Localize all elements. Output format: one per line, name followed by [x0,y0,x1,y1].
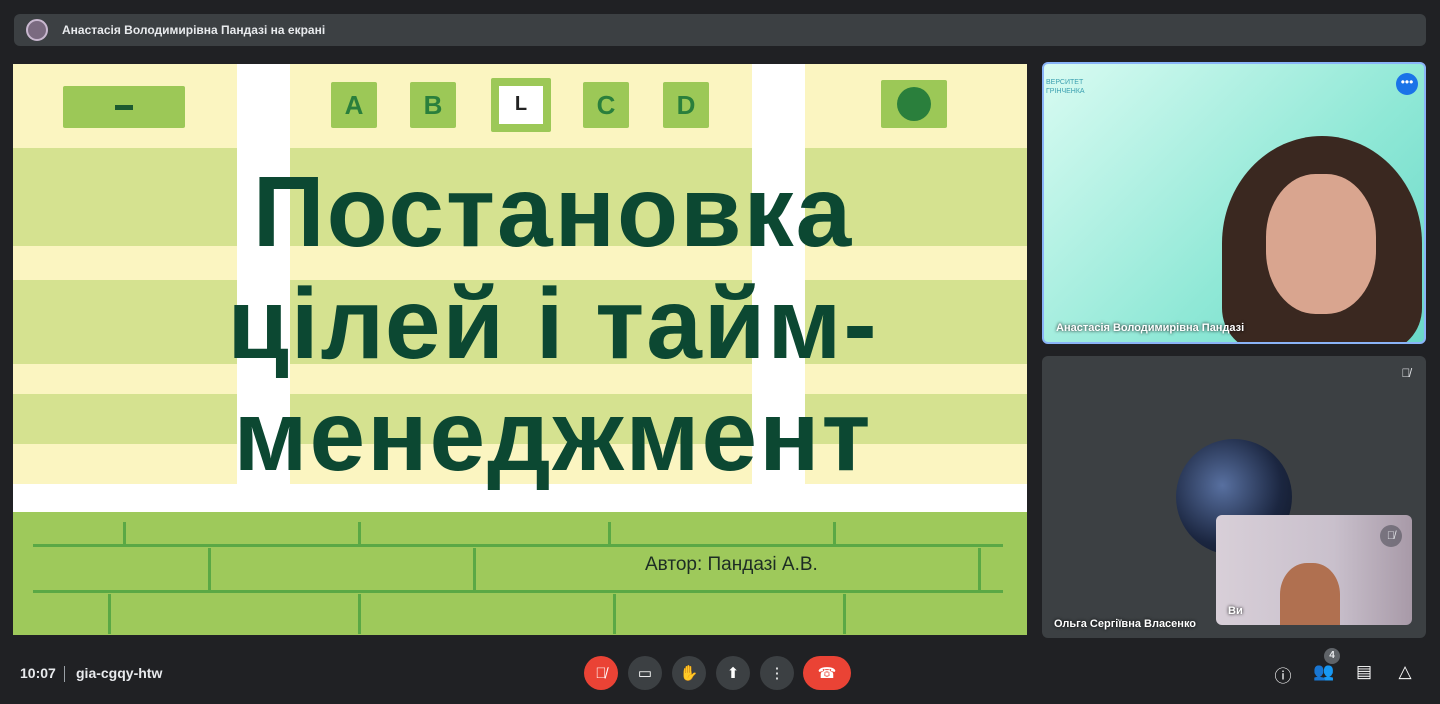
brick-line [208,548,211,590]
brick-line [358,522,361,544]
present-icon: ⬆ [726,665,740,682]
self-video [1280,563,1340,625]
activities-icon[interactable]: △ [1394,662,1416,682]
meeting-code: gia-cgqy-htw [76,665,163,681]
self-name: Ви [1228,605,1243,617]
present-screen-button[interactable]: ⬆ [716,656,750,690]
self-view-tile[interactable]: 🎙̸ Ви [1216,515,1412,625]
slide-tile-c: C [583,82,629,128]
microphone-toggle-button[interactable]: 🎙̸ [584,656,618,690]
divider [64,666,65,682]
hang-up-icon: ☎ [817,665,837,682]
chat-icon[interactable]: ▤ [1353,662,1375,682]
clock-icon: L [491,78,551,132]
brick-line [33,544,1003,547]
more-options-icon[interactable]: ••• [1396,73,1418,95]
brick-line [843,594,846,634]
university-logo: ВЕРСИТЕТ ГРІНЧЕНКА [1046,79,1085,95]
brick-line [123,522,126,544]
slide-tile-a: A [331,82,377,128]
info-icon[interactable]: ⓘ [1272,662,1294,687]
title-line: менеджмент [233,380,873,492]
brick-line [613,594,616,634]
bottom-toolbar: 10:07 gia-cgqy-htw 🎙̸ ▭ ✋ ⬆ ⋮ ☎ ⓘ 4 👥 ▤ … [0,648,1440,704]
brick-line [33,590,1003,593]
brick-line [978,548,981,590]
brick-line [358,594,361,634]
participant-name: Анастасія Володимирівна Пандазі [1056,322,1245,334]
camera-toggle-button[interactable]: ▭ [628,656,662,690]
raise-hand-button[interactable]: ✋ [672,656,706,690]
participant-tile[interactable]: 🎙̸ Ольга Сергіївна Власенко 🎙̸ Ви [1042,356,1426,638]
leave-call-button[interactable]: ☎ [803,656,851,690]
participant-name: Ольга Сергіївна Власенко [1054,618,1197,630]
participant-tile-presenter[interactable]: ВЕРСИТЕТ ГРІНЧЕНКА ••• Анастасія Володими… [1042,62,1426,344]
title-line: цілей і тайм- [227,268,879,380]
camera-icon: ▭ [637,665,653,682]
brick-line [833,522,836,544]
presenting-label: Анастасія Володимирівна Пандазі на екран… [62,23,326,37]
hand-icon: ✋ [679,665,699,682]
mic-off-icon: 🎙̸ [1380,525,1402,547]
presenter-avatar [26,19,48,41]
brick-line [473,548,476,590]
mic-off-icon: 🎙̸ [1401,366,1411,380]
people-icon[interactable]: 👥 [1313,662,1335,682]
brick-line [108,594,111,634]
slide-globe-tile [881,80,947,128]
more-options-button[interactable]: ⋮ [760,656,794,690]
slide-ground [13,512,1027,635]
brick-line [608,522,611,544]
presentation-banner: Анастасія Володимирівна Пандазі на екран… [14,14,1426,46]
slide-board-tile [63,86,185,128]
mic-off-icon: 🎙̸ [595,664,607,682]
clock-time: 10:07 [20,665,56,681]
slide-title: Постановка цілей і тайм- менеджмент [153,156,953,492]
participant-face [1266,174,1376,314]
slide-author: Автор: Пандазі А.В. [645,554,818,575]
slide-tile-d: D [663,82,709,128]
slide-tile-b: B [410,82,456,128]
shared-screen-slide: A B L C D Постановка цілей і тайм- менед… [13,64,1027,635]
more-vert-icon: ⋮ [769,665,785,682]
title-line: Постановка [252,156,854,268]
